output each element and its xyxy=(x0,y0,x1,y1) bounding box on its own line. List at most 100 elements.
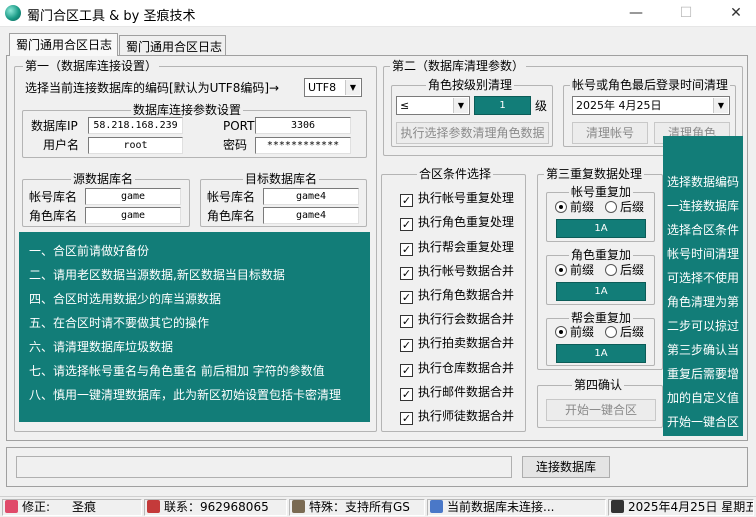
minimize-icon[interactable]: — xyxy=(626,4,646,22)
merge-option-checkbox[interactable]: ✓ 执行帐号数据合并 xyxy=(400,264,514,280)
dup-handling-group: 第三重复数据处理 帐号重复加 前缀 后缀 1A 角色重复加 前缀 后缀 1A 帮… xyxy=(537,167,663,370)
app-window: 蜀门合区工具 & by 圣痕技术 — ☐ ✕ 蜀门通用合区日志 蜀门通用合区日志… xyxy=(0,0,756,517)
contact-icon xyxy=(147,500,160,513)
username-label: 用户名 xyxy=(43,138,80,152)
account-suffix-radio[interactable]: 后缀 xyxy=(605,200,644,214)
merge-option-checkbox[interactable]: ✓ 执行帐号重复处理 xyxy=(400,191,514,207)
instruction-line: 一连接数据库 xyxy=(667,199,740,213)
heart-icon xyxy=(5,500,18,513)
tab-merge-log-2[interactable]: 蜀门通用合区日志 xyxy=(119,35,226,55)
note-item: 四、合区时选用数据少的库当源数据 xyxy=(29,292,222,306)
role-dup-label: 角色重复加 xyxy=(569,248,634,262)
maximize-icon[interactable]: ☐ xyxy=(676,4,696,22)
instruction-line: 可选择不使用 xyxy=(667,271,740,285)
db-ip-field[interactable]: 58.218.168.239 xyxy=(88,117,183,134)
password-field[interactable]: ************ xyxy=(255,137,351,154)
target-db-group: 目标数据库名 帐号库名 game4 角色库名 game4 xyxy=(200,172,367,227)
encoding-label: 选择当前连接数据库的编码[默认为UTF8编码]→ xyxy=(25,81,280,95)
port-label: PORT xyxy=(223,119,255,133)
checkmark-icon[interactable]: ✓ xyxy=(400,388,413,401)
merge-option-checkbox[interactable]: ✓ 执行师徒数据合并 xyxy=(400,409,514,425)
chevron-down-icon[interactable]: ▼ xyxy=(453,98,468,113)
cleanup-group-label: 第二（数据库清理参数） xyxy=(390,59,527,73)
level-cleanup-group: 角色按级别清理 ≤ ▼ 1 级 执行选择参数清理角色数据 xyxy=(391,78,553,147)
checkmark-icon[interactable]: ✓ xyxy=(400,412,413,425)
encoding-select[interactable]: UTF8 ▼ xyxy=(304,78,362,97)
title-bar: 蜀门合区工具 & by 圣痕技术 — ☐ ✕ xyxy=(0,0,756,27)
guild-suffix-radio[interactable]: 后缀 xyxy=(605,325,644,339)
level-operator-select[interactable]: ≤ ▼ xyxy=(396,96,470,115)
source-account-db-label: 帐号库名 xyxy=(29,190,78,204)
date-value: 2025年 4月25日 xyxy=(576,99,662,112)
checkmark-icon[interactable]: ✓ xyxy=(400,291,413,304)
target-role-db-field[interactable]: game4 xyxy=(263,207,359,224)
chevron-down-icon[interactable]: ▼ xyxy=(713,98,728,113)
status-db: 当前数据库未连接... xyxy=(427,499,606,516)
note-item: 八、慎用一键清理数据库，此为新区初始设置包括卡密清理 xyxy=(29,388,342,402)
account-dup-value-field[interactable]: 1A xyxy=(556,219,646,238)
guild-dup-group: 帮会重复加 前缀 后缀 1A xyxy=(546,311,655,366)
db-ip-label: 数据库IP xyxy=(31,119,78,133)
instruction-line: 角色清理为第 xyxy=(667,295,740,309)
level-value-field[interactable]: 1 xyxy=(474,96,531,115)
status-contact: 联系：962968065 xyxy=(144,499,287,516)
source-account-db-field[interactable]: game xyxy=(85,188,181,205)
merge-option-checkbox[interactable]: ✓ 执行拍卖数据合并 xyxy=(400,336,514,352)
exec-cleanup-button[interactable]: 执行选择参数清理角色数据 xyxy=(396,122,549,144)
instruction-line: 选择合区条件 xyxy=(667,223,740,237)
window-title: 蜀门合区工具 & by 圣痕技术 xyxy=(27,9,196,24)
connect-db-button[interactable]: 连接数据库 xyxy=(522,456,610,478)
checkmark-icon[interactable]: ✓ xyxy=(400,243,413,256)
notes-panel: 一、合区前请做好备份 二、请用老区数据当源数据,新区数据当目标数据 四、合区时选… xyxy=(19,232,370,422)
checkmark-icon[interactable]: ✓ xyxy=(400,194,413,207)
source-db-group: 源数据库名 帐号库名 game 角色库名 game xyxy=(22,172,190,227)
start-merge-button[interactable]: 开始一键合区 xyxy=(546,399,656,421)
note-item: 五、在合区时请不要做其它的操作 xyxy=(29,316,210,330)
account-prefix-radio[interactable]: 前缀 xyxy=(555,200,594,214)
dup-handling-label: 第三重复数据处理 xyxy=(544,167,645,181)
checkmark-icon[interactable]: ✓ xyxy=(400,339,413,352)
chevron-down-icon[interactable]: ▼ xyxy=(345,80,360,95)
note-item: 六、请清理数据库垃圾数据 xyxy=(29,340,174,354)
clear-account-button[interactable]: 清理帐号 xyxy=(572,122,648,144)
checkmark-icon[interactable]: ✓ xyxy=(400,218,413,231)
checkmark-icon[interactable]: ✓ xyxy=(400,364,413,377)
target-db-label: 目标数据库名 xyxy=(243,172,320,186)
checkmark-icon[interactable]: ✓ xyxy=(400,315,413,328)
merge-option-checkbox[interactable]: ✓ 执行行会数据合并 xyxy=(400,312,514,328)
merge-option-checkbox[interactable]: ✓ 执行角色数据合并 xyxy=(400,288,514,304)
app-logo-icon xyxy=(5,5,21,21)
guild-dup-value-field[interactable]: 1A xyxy=(556,344,646,363)
port-field[interactable]: 3306 xyxy=(255,117,351,134)
status-fix: 修正: 圣痕 xyxy=(2,499,142,516)
date-picker[interactable]: 2025年 4月25日 ▼ xyxy=(572,96,730,115)
checkmark-icon[interactable]: ✓ xyxy=(400,267,413,280)
status-special: 特殊：支持所有GS xyxy=(289,499,425,516)
merge-option-checkbox[interactable]: ✓ 执行角色重复处理 xyxy=(400,215,514,231)
username-field[interactable]: root xyxy=(88,137,183,154)
level-operator-value: ≤ xyxy=(400,99,410,112)
merge-option-checkbox[interactable]: ✓ 执行邮件数据合并 xyxy=(400,385,514,401)
role-dup-group: 角色重复加 前缀 后缀 1A xyxy=(546,248,655,305)
login-time-label: 帐号或角色最后登录时间清理 xyxy=(570,78,731,92)
role-suffix-radio[interactable]: 后缀 xyxy=(605,263,644,277)
confirm-group-label: 第四确认 xyxy=(572,378,625,392)
account-dup-label: 帐号重复加 xyxy=(569,185,634,199)
instruction-line: 第三步确认当 xyxy=(667,343,740,357)
close-icon[interactable]: ✕ xyxy=(726,4,746,22)
tab-merge-log-1[interactable]: 蜀门通用合区日志 xyxy=(9,33,118,56)
role-prefix-radio[interactable]: 前缀 xyxy=(555,263,594,277)
source-role-db-field[interactable]: game xyxy=(85,207,181,224)
guild-prefix-radio[interactable]: 前缀 xyxy=(555,325,594,339)
target-account-db-label: 帐号库名 xyxy=(207,190,256,204)
merge-options-group: 合区条件选择 ✓ 执行帐号重复处理 ✓ 执行角色重复处理 ✓ 执行帮会重复处理 ✓ 执行… xyxy=(381,167,526,432)
merge-option-checkbox[interactable]: ✓ 执行帮会重复处理 xyxy=(400,240,514,256)
merge-option-checkbox[interactable]: ✓ 执行仓库数据合并 xyxy=(400,361,514,377)
instruction-line: 开始一键合区 xyxy=(667,415,740,429)
note-item: 二、请用老区数据当源数据,新区数据当目标数据 xyxy=(29,268,285,282)
role-dup-value-field[interactable]: 1A xyxy=(556,282,646,301)
instruction-line: 选择数据编码 xyxy=(667,175,740,189)
target-role-db-label: 角色库名 xyxy=(207,209,256,223)
instructions-panel: 选择数据编码 一连接数据库 选择合区条件 帐号时间清理 可选择不使用 角色清理为… xyxy=(663,136,743,436)
target-account-db-field[interactable]: game4 xyxy=(263,188,359,205)
